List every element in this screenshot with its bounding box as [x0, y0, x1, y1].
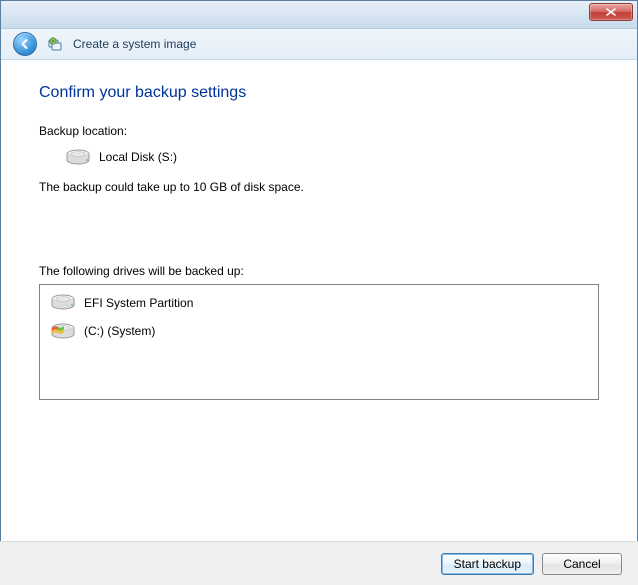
window-titlebar — [1, 1, 637, 29]
drives-to-backup-label: The following drives will be backed up: — [39, 264, 599, 278]
wizard-content: Confirm your backup settings Backup loca… — [1, 60, 637, 400]
backup-location-value: Local Disk (S:) — [99, 150, 177, 164]
back-button[interactable] — [13, 32, 37, 56]
back-arrow-icon — [19, 38, 31, 50]
wizard-footer: Start backup Cancel — [0, 541, 638, 585]
drive-name: (C:) (System) — [84, 324, 155, 338]
backup-location-label: Backup location: — [39, 124, 599, 138]
size-estimate-text: The backup could take up to 10 GB of dis… — [39, 180, 599, 194]
close-icon — [606, 8, 616, 16]
close-button[interactable] — [589, 3, 633, 21]
system-image-icon — [47, 36, 63, 52]
cancel-button[interactable]: Cancel — [542, 553, 622, 575]
drives-list: EFI System Partition (C:) (System) — [39, 284, 599, 400]
drive-name: EFI System Partition — [84, 296, 193, 310]
wizard-title: Create a system image — [73, 37, 196, 51]
list-item: EFI System Partition — [44, 289, 594, 317]
list-item: (C:) (System) — [44, 317, 594, 345]
windows-drive-icon — [50, 320, 76, 342]
page-heading: Confirm your backup settings — [39, 84, 599, 102]
hard-drive-icon — [50, 293, 76, 313]
wizard-header-bar: Create a system image — [1, 29, 637, 60]
hard-drive-icon — [65, 148, 89, 166]
start-backup-button[interactable]: Start backup — [441, 553, 534, 575]
backup-location-row: Local Disk (S:) — [39, 148, 599, 166]
